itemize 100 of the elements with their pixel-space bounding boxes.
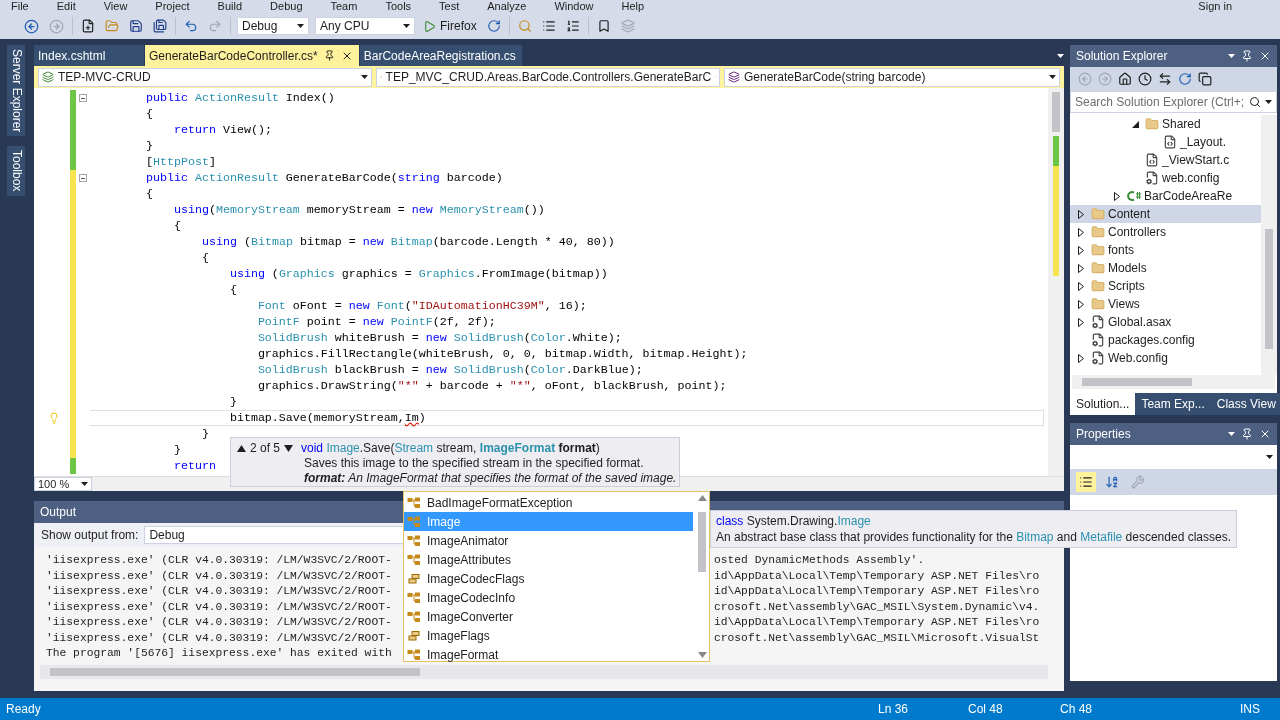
enum-icon <box>408 630 420 641</box>
scroll-thumb[interactable] <box>1265 229 1273 349</box>
config-file-icon <box>1091 351 1105 365</box>
output-line: id\AppData\Local\Temp\Temporary ASP.NET Files\ro <box>714 585 1041 599</box>
scroll-up-arrow-icon[interactable] <box>697 495 707 501</box>
csharp-file-icon <box>1127 190 1141 202</box>
folder-icon <box>1091 225 1105 239</box>
up-arrow-icon[interactable] <box>237 444 246 452</box>
tree-item[interactable]: web.config <box>1070 169 1261 187</box>
settings-file-icon <box>1091 315 1105 329</box>
tree-item[interactable]: Content <box>1070 205 1261 223</box>
configuration-dropdown[interactable]: Debug <box>237 17 309 35</box>
scroll-thumb[interactable] <box>698 511 706 572</box>
scroll-thumb[interactable] <box>1052 92 1060 132</box>
menu-item[interactable]: Tools <box>385 0 412 13</box>
type-dropdown[interactable]: TEP_MVC_CRUD.Areas.BarCode.Controllers.GenerateBarC <box>376 67 720 87</box>
completion-item[interactable]: ImageConverter <box>404 607 693 626</box>
code-line: } <box>228 395 237 409</box>
menu-item[interactable]: View <box>103 0 128 13</box>
home-icon[interactable] <box>1118 72 1132 86</box>
completion-item[interactable]: ImageCodecInfo <box>404 588 693 607</box>
horizontal-scrollbar[interactable] <box>1072 375 1275 389</box>
collapsed-arrow-icon[interactable] <box>1114 191 1120 201</box>
project-dropdown[interactable]: TEP-MVC-CRUD <box>38 67 372 87</box>
menu-item[interactable]: Analyze <box>487 0 527 13</box>
search-field[interactable]: Search Solution Explorer (Ctrl+; <box>1070 91 1277 113</box>
vertical-scrollbar[interactable] <box>1261 115 1277 375</box>
menu-item[interactable]: Project <box>155 0 190 13</box>
output-line: crosoft.Net\assembly\GAC_MSIL\System.Dynamic\v4. <box>714 600 1041 615</box>
member-dropdown[interactable]: GenerateBarCode(string barcode) <box>724 67 1060 87</box>
vertical-scrollbar[interactable] <box>695 492 709 661</box>
tree-item[interactable]: Scripts <box>1070 277 1261 295</box>
output-source-dropdown[interactable]: Debug <box>144 526 405 544</box>
expanded-arrow-icon[interactable] <box>1131 120 1139 128</box>
document-tab[interactable]: GenerateBarCodeController.cs* <box>145 45 359 66</box>
sort-alphabetical-icon[interactable] <box>1105 475 1119 489</box>
collapse-all-icon[interactable] <box>1198 72 1212 86</box>
pin-icon[interactable] <box>1241 50 1253 62</box>
parameter-description: format: An ImageFormat that specifies the format of the saved image. <box>304 471 677 486</box>
tree-item[interactable]: Controllers <box>1070 223 1261 241</box>
horizontal-scrollbar[interactable] <box>40 665 1048 679</box>
panel-title: Solution Explorer <box>1076 49 1169 63</box>
collapse-toggle[interactable] <box>79 94 88 102</box>
method-summary: Saves this image to the specified stream in the specified format. <box>304 456 644 471</box>
completion-item[interactable]: ImageFormat <box>404 645 693 664</box>
run-button[interactable]: Firefox <box>421 16 479 36</box>
collapsed-arrow-icon[interactable] <box>1078 353 1084 363</box>
menu-item[interactable]: Edit <box>56 0 76 13</box>
project-icon <box>42 71 54 83</box>
completion-item[interactable]: ImageAnimator <box>404 531 693 550</box>
platform-dropdown[interactable]: Any CPU <box>315 17 415 35</box>
folder-icon <box>1091 297 1105 311</box>
panel-tab[interactable]: Solution... <box>1070 393 1136 415</box>
completion-item[interactable]: ImageAttributes <box>404 550 693 569</box>
panel-tab[interactable]: Team Exp... <box>1135 393 1211 415</box>
code-line: Font oFont = new Font("IDAutomationHC39M", 16); <box>256 299 587 313</box>
tree-item[interactable]: fonts <box>1070 241 1261 259</box>
pin-icon[interactable] <box>323 50 335 61</box>
menu-item[interactable]: Team <box>330 0 358 13</box>
side-tab[interactable]: Server Explorer <box>7 45 25 137</box>
menu-item[interactable]: Debug <box>270 0 303 13</box>
play-icon[interactable] <box>423 19 436 33</box>
categorized-icon[interactable] <box>1079 475 1093 489</box>
tree-item[interactable]: BarCodeAreaRe <box>1070 187 1261 205</box>
overload-counter: 2 of 5 <box>250 441 281 455</box>
sign-in-link[interactable]: Sign in <box>1198 0 1232 13</box>
search-icon[interactable] <box>1249 96 1261 108</box>
tree-item[interactable]: Models <box>1070 259 1261 277</box>
down-arrow-icon[interactable] <box>284 444 294 452</box>
close-icon[interactable] <box>1259 428 1271 440</box>
panel-tab[interactable]: Class View <box>1210 393 1280 415</box>
menu-item[interactable]: Test <box>439 0 460 13</box>
side-tab[interactable]: Toolbox <box>7 146 25 196</box>
collapse-toggle[interactable] <box>79 174 88 182</box>
completion-item[interactable]: ImageFlags <box>404 626 693 645</box>
sync-icon[interactable] <box>1158 72 1172 86</box>
menu-item[interactable]: File <box>11 0 29 13</box>
tree-item[interactable]: _ViewStart.c <box>1070 151 1261 169</box>
pin-icon[interactable] <box>1241 428 1253 440</box>
scroll-down-arrow-icon[interactable] <box>697 652 707 658</box>
document-tab[interactable]: BarCodeAreaRegistration.cs <box>359 45 522 66</box>
tree-item[interactable]: Shared <box>1070 115 1261 133</box>
menu-item[interactable]: Window <box>554 0 594 13</box>
zoom-dropdown[interactable]: 100 % <box>34 477 92 491</box>
tree-item[interactable]: Views <box>1070 295 1261 313</box>
refresh-icon[interactable] <box>1178 72 1192 86</box>
completion-item[interactable]: BadImageFormatException <box>404 493 693 512</box>
tree-item[interactable]: _Layout. <box>1070 133 1261 151</box>
clock-icon[interactable] <box>1138 72 1152 86</box>
document-tab[interactable]: Index.cshtml <box>34 45 144 66</box>
line-number: Ln 36 <box>878 702 910 716</box>
completion-item[interactable]: ImageCodecFlags <box>404 569 693 588</box>
tree-item[interactable]: Global.asax <box>1070 313 1261 331</box>
tree-item[interactable]: Web.config <box>1070 349 1261 367</box>
vertical-scrollbar[interactable] <box>1048 88 1064 476</box>
tree-item[interactable]: packages.config <box>1070 331 1261 349</box>
menu-item[interactable]: Help <box>621 0 645 13</box>
close-icon[interactable] <box>1259 50 1271 62</box>
code-line: using(MemoryStream memoryStream = new MemoryStream()) <box>172 203 545 217</box>
menu-item[interactable]: Build <box>217 0 243 13</box>
